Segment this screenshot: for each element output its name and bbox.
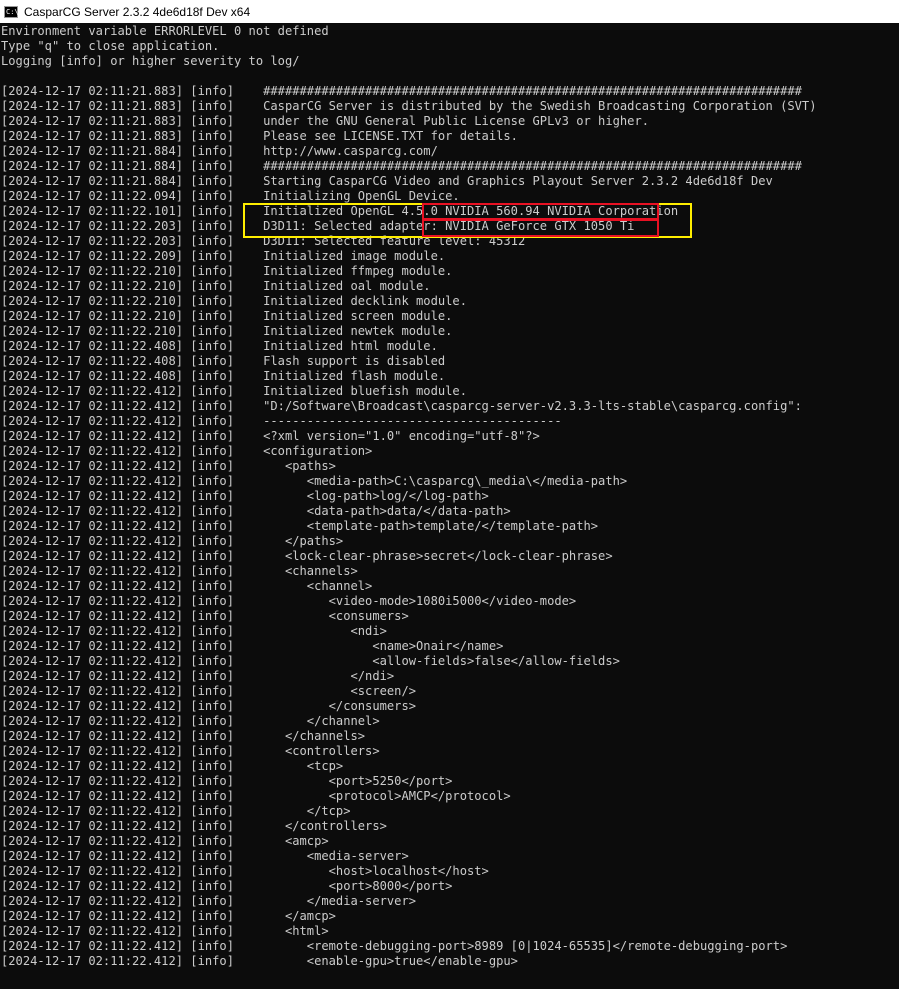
console-line: [2024-12-17 02:11:22.412] [info] <html> bbox=[1, 924, 329, 938]
console-line: [2024-12-17 02:11:22.209] [info] Initial… bbox=[1, 249, 446, 263]
console-line: [2024-12-17 02:11:22.210] [info] Initial… bbox=[1, 324, 453, 338]
console-line: Logging [info] or higher severity to log… bbox=[1, 54, 300, 68]
console-line: [2024-12-17 02:11:22.210] [info] Initial… bbox=[1, 279, 431, 293]
console-line: [2024-12-17 02:11:22.101] [info] Initial… bbox=[1, 204, 679, 218]
console-line: [2024-12-17 02:11:22.412] [info] <log-pa… bbox=[1, 489, 489, 503]
console-line: Type "q" to close application. bbox=[1, 39, 220, 53]
console-line: [2024-12-17 02:11:22.412] [info] Initial… bbox=[1, 384, 467, 398]
console-line: [2024-12-17 02:11:22.412] [info] <protoc… bbox=[1, 789, 511, 803]
console-line: [2024-12-17 02:11:22.412] [info] </tcp> bbox=[1, 804, 351, 818]
console-line: [2024-12-17 02:11:22.210] [info] Initial… bbox=[1, 294, 467, 308]
console-line: [2024-12-17 02:11:22.412] [info] </contr… bbox=[1, 819, 387, 833]
console-line: [2024-12-17 02:11:22.412] [info] </chann… bbox=[1, 714, 380, 728]
window-title: CasparCG Server 2.3.2 4de6d18f Dev x64 bbox=[24, 4, 251, 19]
console-line: [2024-12-17 02:11:21.883] [info] under t… bbox=[1, 114, 650, 128]
console-line: [2024-12-17 02:11:21.883] [info] Please … bbox=[1, 129, 518, 143]
console-line: [2024-12-17 02:11:21.883] [info] #######… bbox=[1, 84, 802, 98]
console-line: [2024-12-17 02:11:22.412] [info] </consu… bbox=[1, 699, 417, 713]
console-line: Environment variable ERRORLEVEL 0 not de… bbox=[1, 24, 329, 38]
console-line: [2024-12-17 02:11:22.412] [info] </paths… bbox=[1, 534, 344, 548]
console-output[interactable]: Environment variable ERRORLEVEL 0 not de… bbox=[0, 23, 899, 989]
console-line: [2024-12-17 02:11:22.412] [info] </chann… bbox=[1, 729, 366, 743]
console-line: [2024-12-17 02:11:22.412] [info] <tcp> bbox=[1, 759, 344, 773]
console-line: [2024-12-17 02:11:22.412] [info] -------… bbox=[1, 414, 562, 428]
console-line: [2024-12-17 02:11:22.412] [info] <media-… bbox=[1, 474, 628, 488]
console-line: [2024-12-17 02:11:22.412] [info] <config… bbox=[1, 444, 373, 458]
console-line: [2024-12-17 02:11:22.094] [info] Initial… bbox=[1, 189, 460, 203]
console-line: [2024-12-17 02:11:22.408] [info] Flash s… bbox=[1, 354, 446, 368]
console-line: [2024-12-17 02:11:22.412] [info] </media… bbox=[1, 894, 417, 908]
console-line: [2024-12-17 02:11:22.408] [info] Initial… bbox=[1, 369, 446, 383]
console-line: [2024-12-17 02:11:22.412] [info] <contro… bbox=[1, 744, 380, 758]
console-line: [2024-12-17 02:11:22.203] [info] D3D11: … bbox=[1, 234, 526, 248]
console-app-icon: C:\ bbox=[4, 5, 19, 18]
console-line: [2024-12-17 02:11:22.412] [info] <host>l… bbox=[1, 864, 489, 878]
console-line: [2024-12-17 02:11:22.210] [info] Initial… bbox=[1, 309, 453, 323]
window-titlebar[interactable]: C:\ CasparCG Server 2.3.2 4de6d18f Dev x… bbox=[0, 0, 899, 24]
console-line: [2024-12-17 02:11:22.412] [info] <lock-c… bbox=[1, 549, 613, 563]
console-line: [2024-12-17 02:11:22.412] [info] <channe… bbox=[1, 579, 373, 593]
console-line: [2024-12-17 02:11:21.884] [info] http://… bbox=[1, 144, 438, 158]
console-line: [2024-12-17 02:11:22.412] [info] <channe… bbox=[1, 564, 358, 578]
console-line: [2024-12-17 02:11:22.412] [info] <port>8… bbox=[1, 879, 453, 893]
console-line: [2024-12-17 02:11:22.412] [info] <templa… bbox=[1, 519, 599, 533]
console-line: [2024-12-17 02:11:22.412] [info] <ndi> bbox=[1, 624, 387, 638]
console-line: [2024-12-17 02:11:22.210] [info] Initial… bbox=[1, 264, 453, 278]
console-line: [2024-12-17 02:11:22.412] [info] <?xml v… bbox=[1, 429, 540, 443]
console-line: [2024-12-17 02:11:21.884] [info] #######… bbox=[1, 159, 802, 173]
console-line: [2024-12-17 02:11:22.412] [info] <enable… bbox=[1, 954, 518, 968]
console-line: [2024-12-17 02:11:22.412] [info] <name>O… bbox=[1, 639, 504, 653]
console-line: [2024-12-17 02:11:22.412] [info] <allow-… bbox=[1, 654, 620, 668]
console-line: [2024-12-17 02:11:22.412] [info] <consum… bbox=[1, 609, 409, 623]
console-line: [2024-12-17 02:11:22.412] [info] <data-p… bbox=[1, 504, 511, 518]
console-line: [2024-12-17 02:11:22.412] [info] <screen… bbox=[1, 684, 417, 698]
console-line: [2024-12-17 02:11:22.412] [info] </amcp> bbox=[1, 909, 336, 923]
console-line: [2024-12-17 02:11:22.412] [info] <paths> bbox=[1, 459, 336, 473]
console-line: [2024-12-17 02:11:22.412] [info] "D:/Sof… bbox=[1, 399, 802, 413]
console-line: [2024-12-17 02:11:21.883] [info] CasparC… bbox=[1, 99, 817, 113]
console-line: [2024-12-17 02:11:22.408] [info] Initial… bbox=[1, 339, 438, 353]
console-line: [2024-12-17 02:11:22.412] [info] </ndi> bbox=[1, 669, 395, 683]
console-line: [2024-12-17 02:11:22.412] [info] <video-… bbox=[1, 594, 577, 608]
console-line: [2024-12-17 02:11:21.884] [info] Startin… bbox=[1, 174, 773, 188]
console-line: [2024-12-17 02:11:22.412] [info] <amcp> bbox=[1, 834, 329, 848]
console-line: [2024-12-17 02:11:22.412] [info] <media-… bbox=[1, 849, 409, 863]
console-line: [2024-12-17 02:11:22.203] [info] D3D11: … bbox=[1, 219, 635, 233]
console-line: [2024-12-17 02:11:22.412] [info] <remote… bbox=[1, 939, 788, 953]
console-line: [2024-12-17 02:11:22.412] [info] <port>5… bbox=[1, 774, 453, 788]
